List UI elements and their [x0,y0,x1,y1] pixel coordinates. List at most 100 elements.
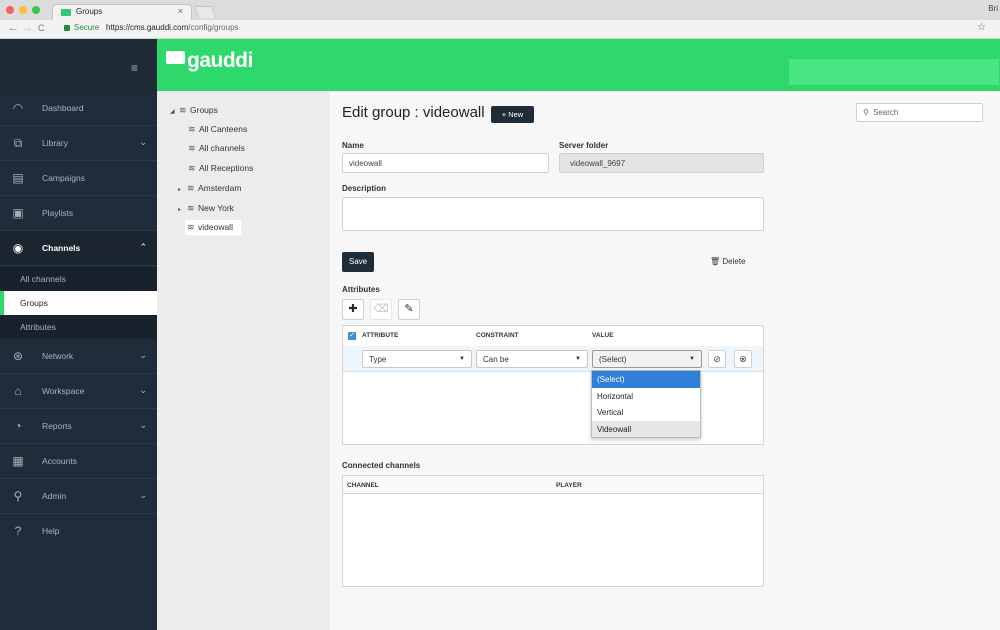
sidebar-item-admin[interactable]: ⚲ Admin ⌄ [0,479,157,514]
address-bar: ← → C Secure https://cms.gauddi.com/conf… [0,20,1000,39]
value-select[interactable]: (Select) ▼ [592,350,702,368]
sidebar-item-reports[interactable]: ◔ Reports ⌄ [0,409,157,444]
sidebar-item-accounts[interactable]: ▦ Accounts [0,444,157,479]
tree-item-videowall[interactable]: ≋ videowall [185,220,241,235]
sidebar-item-campaigns[interactable]: ▤ Campaigns [0,161,157,196]
window-maximize-icon[interactable] [32,6,40,14]
cancel-row-button[interactable]: ⊗ [734,350,752,368]
sidebar-header: ≡ [0,39,157,91]
dropdown-option-videowall[interactable]: Videowall [592,420,700,437]
dashboard-icon: ◠ [12,101,24,115]
reload-icon[interactable]: C [38,23,45,33]
search-placeholder: Search [873,108,899,117]
column-header-value: VALUE [592,332,614,339]
save-button[interactable]: Save [342,252,374,272]
sidebar-item-channels[interactable]: ◉ Channels ⌃ [0,231,157,266]
sidebar-label: Network [42,351,74,361]
header-search-area[interactable] [789,59,999,85]
delete-button[interactable]: 🗑 Delete [710,257,746,266]
name-field[interactable]: videowall [342,153,549,173]
sidebar-item-workspace[interactable]: ⌂ Workspace ⌄ [0,374,157,409]
chevron-down-icon: ⌄ [139,137,147,147]
new-button-label: New [508,110,524,119]
column-header-constraint: CONSTRAINT [476,332,519,339]
caret-down-icon: ▼ [689,356,695,362]
calendar-icon: ▤ [12,171,24,185]
sidebar-subitem-groups[interactable]: Groups [0,291,157,315]
add-attribute-button[interactable]: ✚ [342,299,364,320]
accounts-icon: ▦ [12,454,24,468]
caret-right-icon: ▸ [178,187,182,193]
chevron-down-icon: ⌄ [139,385,147,395]
attributes-label: Attributes [342,285,380,294]
sidebar-item-help[interactable]: ? Help [0,514,157,549]
sidebar-sublabel: Attributes [20,322,56,332]
gauddi-logo-icon [166,51,185,64]
sidebar-item-network[interactable]: ⊛ Network ⌄ [0,339,157,374]
chevron-up-icon: ⌃ [139,242,147,252]
network-icon: ⊛ [12,349,24,363]
constraint-select[interactable]: Can be ▼ [476,350,588,368]
dropdown-option-select[interactable]: (Select) [592,371,700,388]
layers-icon: ≋ [179,105,187,115]
tab-close-icon[interactable]: × [178,6,183,16]
url-field[interactable]: Secure https://cms.gauddi.com/config/gro… [60,22,990,36]
tree-item-all-canteens[interactable]: ≋ All Canteens [188,124,247,135]
brand-logo[interactable]: gauddi [187,49,253,73]
sidebar-sublabel: All channels [20,274,66,284]
column-header-channel: CHANNEL [347,482,379,489]
tree-item-all-receptions[interactable]: ≋ All Receptions [188,163,253,174]
sidebar-label: Playlists [42,208,74,218]
dropdown-option-vertical[interactable]: Vertical [592,404,700,421]
tree-item-amsterdam[interactable]: ▸ ≋ Amsterdam [178,183,241,194]
name-label: Name [342,141,364,150]
dropdown-option-horizontal[interactable]: Horizontal [592,388,700,405]
search-input[interactable]: ⚲ Search [856,103,983,122]
sidebar-label: Campaigns [42,173,85,183]
new-group-button[interactable]: + New [491,106,534,123]
sidebar-subitem-attributes[interactable]: Attributes [0,315,157,339]
trash-icon: 🗑 [710,257,721,266]
main-content: Edit group : videowall + New ⚲ Search Na… [330,91,1000,630]
connected-channels-table: CHANNEL PLAYER [342,475,764,587]
tree-item-all-channels[interactable]: ≋ All channels [188,143,245,154]
play-icon: ▣ [12,206,24,220]
app-header: gauddi [157,39,1000,91]
delete-attribute-button[interactable]: ⌫ [370,299,392,320]
confirm-row-button[interactable]: ⊘ [708,350,726,368]
sidebar-label: Workspace [42,386,85,396]
table-row: Type ▼ Can be ▼ (Select) ▼ ⊘ ⊗ [343,346,763,372]
server-folder-label: Server folder [559,141,609,150]
sidebar-item-library[interactable]: ⧉ Library ⌄ [0,126,157,161]
description-field[interactable] [342,197,764,231]
tree-item-new-york[interactable]: ▸ ≋ New York [178,203,234,214]
tree-label: All Canteens [199,124,248,134]
layers-icon: ≋ [187,183,195,193]
select-all-checkbox[interactable]: ✓ [348,332,356,340]
bookmark-star-icon[interactable]: ☆ [977,22,986,33]
delete-label: Delete [722,257,746,266]
attribute-select[interactable]: Type ▼ [362,350,472,368]
browser-tab[interactable]: Groups × [52,4,192,20]
pencil-icon: ✎ [404,303,414,315]
help-icon: ? [14,524,22,538]
sidebar-label: Help [42,526,60,536]
browser-profile[interactable]: Bri [988,4,998,13]
sidebar-subitem-all-channels[interactable]: All channels [0,267,157,291]
tree-item-groups[interactable]: ◢ ≋ Groups [170,105,218,116]
hamburger-menu-icon[interactable]: ≡ [131,61,138,75]
sidebar-label: Admin [42,491,67,501]
forward-icon[interactable]: → [22,22,33,34]
constraint-value: Can be [483,355,509,364]
caret-right-icon: ▸ [178,207,182,213]
window-close-icon[interactable] [6,6,14,14]
edit-attribute-button[interactable]: ✎ [398,299,420,320]
sidebar-item-dashboard[interactable]: ◠ Dashboard [0,91,157,126]
sidebar-item-playlists[interactable]: ▣ Playlists [0,196,157,231]
connected-channels-label: Connected channels [342,461,421,470]
page-title: Edit group : videowall [342,104,485,121]
new-tab-button[interactable] [193,6,217,18]
value-value: (Select) [599,355,627,364]
back-icon[interactable]: ← [8,22,19,34]
window-minimize-icon[interactable] [19,6,27,14]
